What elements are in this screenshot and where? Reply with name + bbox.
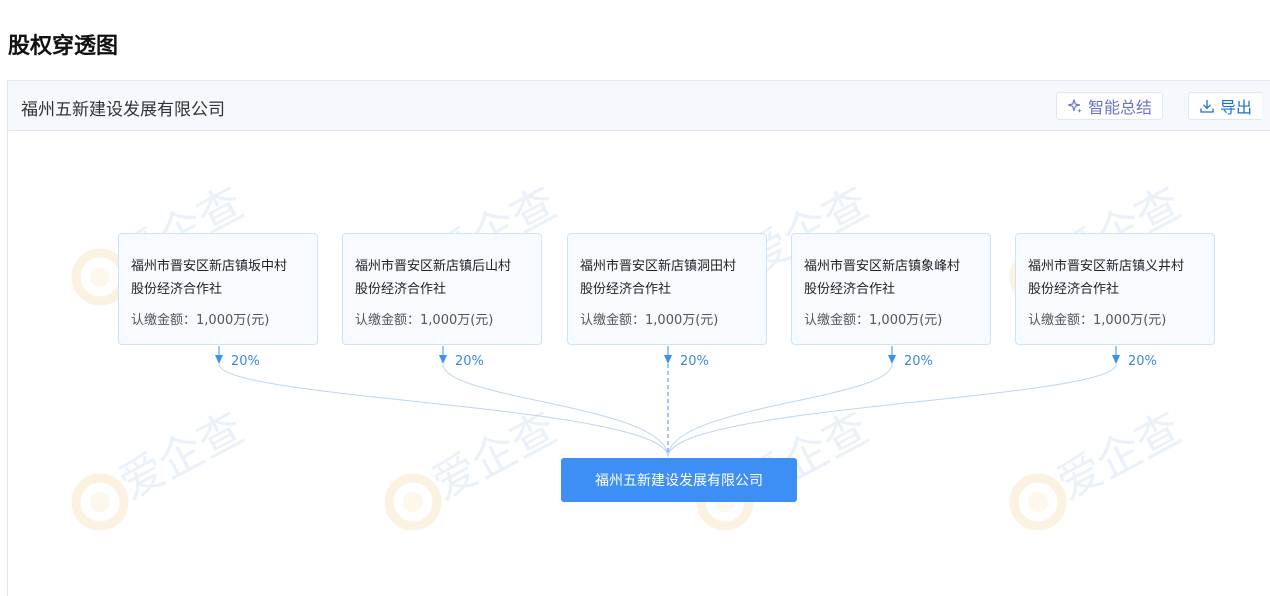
shareholder-name-line2: 股份经济合作社 (804, 282, 896, 297)
shareholder-name-line2: 股份经济合作社 (131, 282, 223, 297)
shareholder-name-line2: 股份经济合作社 (580, 282, 672, 297)
subscribed-amount: 认缴金额：1,000万(元) (355, 309, 530, 328)
subscribed-amount: 认缴金额：1,000万(元) (131, 309, 306, 328)
shareholder-name-line2: 股份经济合作社 (1028, 282, 1120, 297)
shareholder-card[interactable]: 福州市晋安区新店镇坂中村 股份经济合作社 认缴金额：1,000万(元) (118, 233, 318, 345)
subscribed-amount-value: 1,000万(元) (196, 313, 270, 328)
shareholder-name-line1: 福州市晋安区新店镇象峰村 (804, 259, 961, 274)
target-company-node[interactable]: 福州五新建设发展有限公司 (561, 458, 797, 502)
shareholder-card[interactable]: 福州市晋安区新店镇义井村 股份经济合作社 认缴金额：1,000万(元) (1015, 233, 1215, 345)
target-company-name: 福州五新建设发展有限公司 (595, 473, 763, 489)
subscribed-amount-label: 认缴金额： (355, 313, 421, 328)
subscribed-amount: 认缴金额：1,000万(元) (1028, 309, 1203, 328)
shareholder-card[interactable]: 福州市晋安区新店镇象峰村 股份经济合作社 认缴金额：1,000万(元) (791, 233, 991, 345)
download-icon (1200, 100, 1214, 113)
ownership-percent: 20% (455, 354, 484, 369)
shareholder-name-line1: 福州市晋安区新店镇义井村 (1028, 259, 1185, 274)
panel-header: 福州五新建设发展有限公司 智能总结 导出 (8, 81, 1270, 131)
subscribed-amount-value: 1,000万(元) (1093, 313, 1167, 328)
ai-summary-button[interactable]: 智能总结 (1056, 92, 1164, 120)
shareholder-card[interactable]: 福州市晋安区新店镇后山村 股份经济合作社 认缴金额：1,000万(元) (342, 233, 542, 345)
subscribed-amount-label: 认缴金额： (580, 313, 646, 328)
shareholder-name-line1: 福州市晋安区新店镇后山村 (355, 259, 512, 274)
sparkle-icon (1067, 99, 1082, 113)
subscribed-amount: 认缴金额：1,000万(元) (580, 309, 755, 328)
export-label: 导出 (1220, 98, 1253, 117)
ownership-percent: 20% (1128, 354, 1157, 369)
shareholder-name-line1: 福州市晋安区新店镇坂中村 (131, 259, 288, 274)
ownership-percent: 20% (680, 354, 709, 369)
shareholder-name-line1: 福州市晋安区新店镇洞田村 (580, 259, 737, 274)
subscribed-amount-label: 认缴金额： (804, 313, 870, 328)
subscribed-amount-label: 认缴金额： (1028, 313, 1094, 328)
ownership-percent: 20% (904, 354, 933, 369)
shareholder-card[interactable]: 福州市晋安区新店镇洞田村 股份经济合作社 认缴金额：1,000万(元) (567, 233, 767, 345)
page-title: 股权穿透图 (8, 34, 119, 59)
subscribed-amount-label: 认缴金额： (131, 313, 197, 328)
ownership-percent: 20% (231, 354, 260, 369)
shareholder-name-line2: 股份经济合作社 (355, 282, 447, 297)
subscribed-amount: 认缴金额：1,000万(元) (804, 309, 979, 328)
subscribed-amount-value: 1,000万(元) (645, 313, 719, 328)
company-name: 福州五新建设发展有限公司 (21, 100, 225, 120)
subscribed-amount-value: 1,000万(元) (869, 313, 943, 328)
export-button[interactable]: 导出 (1188, 92, 1263, 120)
subscribed-amount-value: 1,000万(元) (420, 313, 494, 328)
ai-summary-label: 智能总结 (1088, 98, 1153, 117)
